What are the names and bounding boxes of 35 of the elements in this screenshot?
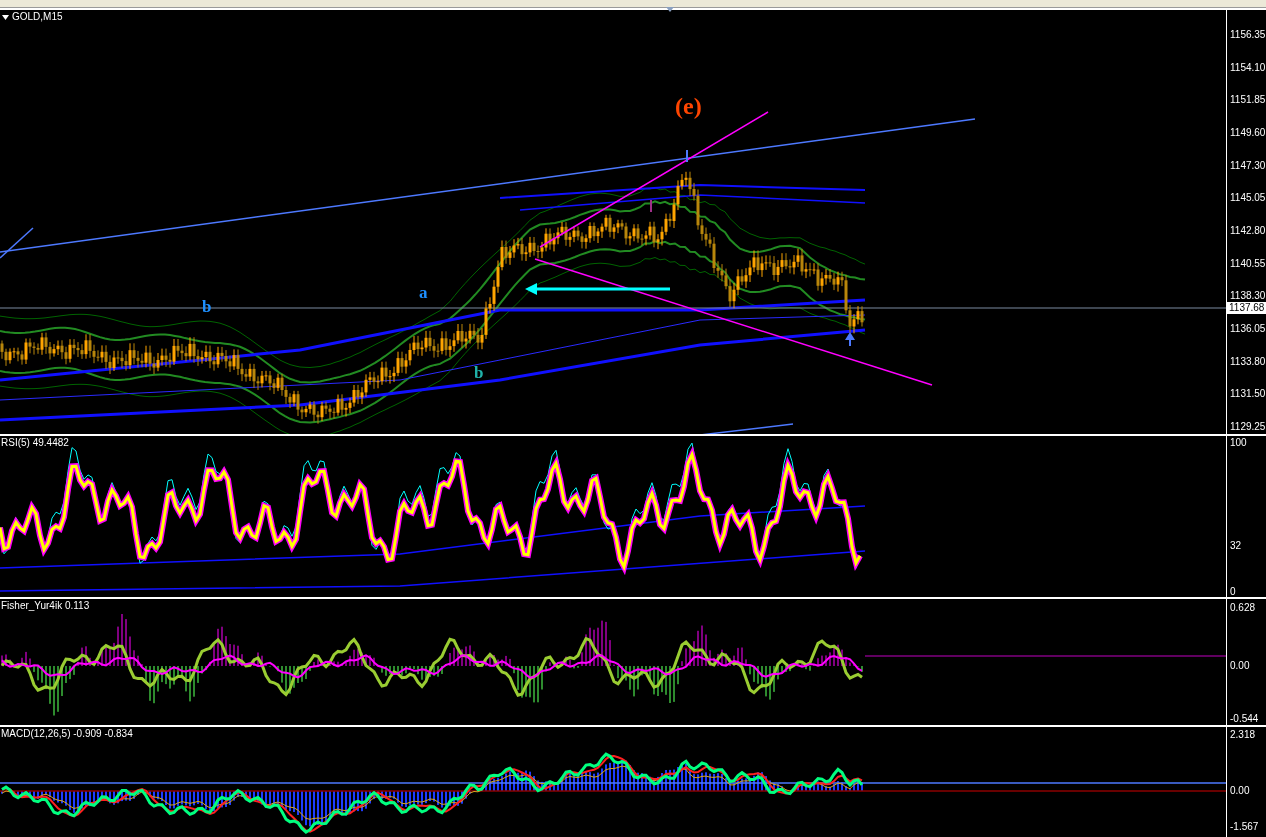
price-axis-label: 1142.80 bbox=[1230, 226, 1266, 236]
indicator-label: RSI(5) 49.4482 bbox=[1, 438, 69, 448]
wave-label: (e) bbox=[675, 94, 702, 118]
wave-label: b bbox=[474, 364, 484, 381]
price-axis-label: 1138.30 bbox=[1230, 291, 1266, 302]
indicator-axis-label: 0.628 bbox=[1230, 603, 1256, 613]
indicator-label: Fisher_Yur4ik 0.113 bbox=[1, 601, 90, 611]
arrow-drawing bbox=[845, 332, 855, 347]
indicator-axis-label: 100 bbox=[1230, 438, 1247, 448]
tick-mark bbox=[686, 149, 688, 163]
indicator-axis-label: 0.00 bbox=[1230, 786, 1250, 796]
price-axis-label: 1140.55 bbox=[1230, 258, 1266, 269]
tick-mark bbox=[650, 199, 652, 213]
price-axis-label: 1151.85 bbox=[1230, 95, 1266, 106]
indicator-label: MACD(12,26,5) -0.909 -0.834 bbox=[1, 729, 133, 739]
price-axis-label: 1149.60 bbox=[1230, 128, 1266, 138]
dropdown-triangle-icon[interactable] bbox=[2, 14, 9, 20]
price-axis-label: 1133.80 bbox=[1230, 356, 1266, 367]
price-axis-label: 1154.10 bbox=[1230, 62, 1266, 73]
price-axis-label: 1136.05 bbox=[1230, 324, 1266, 334]
price-axis-label: 1131.50 bbox=[1230, 389, 1266, 400]
indicator-axis-label: 32 bbox=[1230, 541, 1242, 551]
chart-symbol-label: GOLD,M15 bbox=[12, 12, 63, 22]
price-axis-label: 1145.05 bbox=[1230, 193, 1266, 204]
indicator-axis-label: -1.567 bbox=[1230, 822, 1259, 832]
indicator-axis-label: -0.544 bbox=[1230, 714, 1259, 724]
price-axis-label: 1156.35 bbox=[1230, 30, 1266, 40]
price-axis-label: 1129.25 bbox=[1230, 422, 1266, 433]
wave-label: b bbox=[202, 298, 212, 315]
indicator-axis-label: 2.318 bbox=[1230, 730, 1256, 740]
wave-label: a bbox=[419, 284, 428, 301]
price-axis-label: 1147.30 bbox=[1230, 160, 1266, 171]
indicator-axis-label: 0 bbox=[1230, 587, 1236, 597]
current-price-label: 1137.68 bbox=[1227, 302, 1266, 314]
indicator-axis-label: 0.00 bbox=[1230, 661, 1250, 671]
